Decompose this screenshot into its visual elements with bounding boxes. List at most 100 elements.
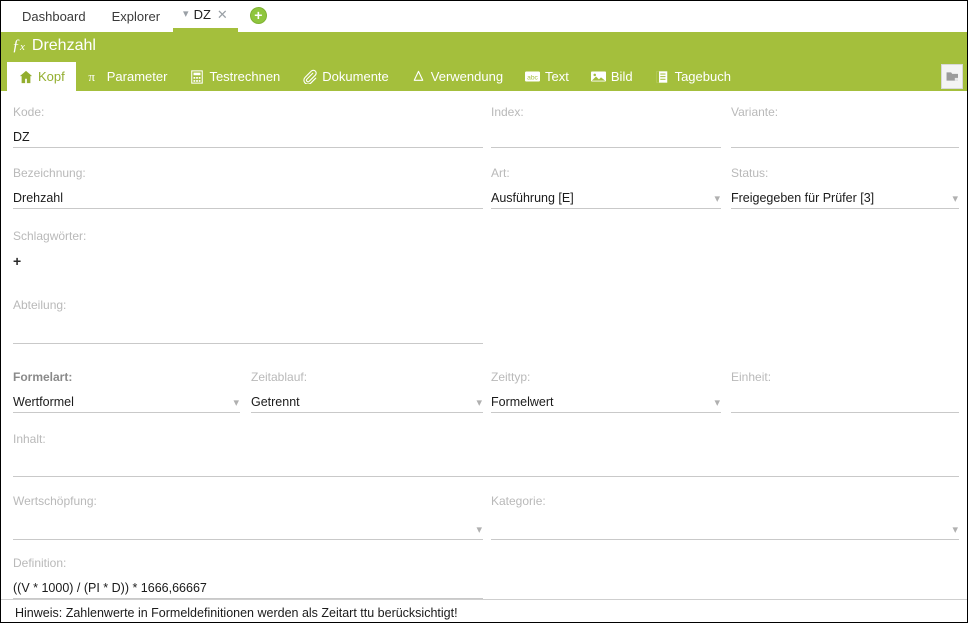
chevron-down-icon[interactable]: ▾	[714, 194, 720, 205]
field-variante: Variante:	[731, 105, 959, 148]
field-value: Formelwert	[491, 395, 554, 409]
einheit-input[interactable]	[731, 391, 959, 413]
tab-label: Parameter	[106, 69, 168, 84]
document-header-band: ƒx Drehzahl Kopf π Parameter Testrechnen…	[1, 32, 967, 91]
field-art: Art: Ausführung [E] ▾	[491, 166, 721, 209]
window-tab-dashboard[interactable]: Dashboard	[9, 1, 99, 32]
field-zeittyp: Zeittyp: Formelwert ▾	[491, 370, 721, 413]
calculator-icon	[189, 69, 204, 84]
svg-text:π: π	[88, 69, 95, 84]
recycle-icon	[411, 69, 426, 84]
field-value: DZ	[13, 130, 30, 144]
chevron-down-icon[interactable]: ▾	[952, 525, 958, 536]
formelart-dropdown[interactable]: Wertformel ▾	[13, 391, 240, 413]
variante-input[interactable]	[731, 126, 959, 148]
abc-icon: abc	[525, 69, 541, 84]
field-label: Schlagwörter:	[13, 229, 87, 243]
application-window: Dashboard Explorer ▾ DZ ✕ + ƒx Drehzahl …	[0, 0, 968, 623]
add-tab-button[interactable]: +	[249, 7, 267, 24]
window-tab-label: Dashboard	[22, 9, 86, 24]
pi-icon: π	[87, 69, 102, 84]
status-dropdown[interactable]: Freigegeben für Prüfer [3] ▾	[731, 187, 959, 209]
field-label: Kode:	[13, 105, 45, 119]
tab-label: Verwendung	[430, 69, 504, 84]
tab-dokumente[interactable]: Dokumente	[291, 62, 399, 91]
field-value: Ausführung [E]	[491, 191, 574, 205]
schlagwoerter-tags[interactable]: +	[13, 250, 483, 271]
field-value: ((V * 1000) / (PI * D)) * 1666,66667	[13, 581, 207, 595]
field-label: Abteilung:	[13, 298, 67, 312]
svg-text:abc: abc	[527, 74, 538, 81]
tab-label: Kopf	[38, 69, 65, 84]
tab-verwendung[interactable]: Verwendung	[400, 62, 514, 91]
page-title: Drehzahl	[31, 37, 96, 54]
field-schlagwoerter: Schlagwörter: +	[13, 229, 483, 271]
tab-bild[interactable]: Bild	[580, 62, 644, 91]
field-label: Zeittyp:	[491, 370, 531, 384]
chevron-down-icon[interactable]: ▾	[233, 398, 239, 409]
field-label: Bezeichnung:	[13, 166, 86, 180]
field-label: Kategorie:	[491, 494, 546, 508]
field-abteilung: Abteilung:	[13, 298, 483, 344]
tab-label: Dokumente	[322, 69, 389, 84]
tab-text[interactable]: abc Text	[514, 62, 580, 91]
field-einheit: Einheit:	[731, 370, 959, 413]
inhalt-input[interactable]	[13, 453, 959, 477]
field-value: Freigegeben für Prüfer [3]	[731, 191, 875, 205]
tab-kopf[interactable]: Kopf	[7, 62, 76, 91]
tab-testrechnen[interactable]: Testrechnen	[178, 62, 291, 91]
chevron-down-icon[interactable]: ▾	[476, 398, 482, 409]
field-value: Wertformel	[13, 395, 74, 409]
chevron-down-icon[interactable]: ▾	[714, 398, 720, 409]
chevron-down-icon[interactable]: ▾	[952, 194, 958, 205]
field-label: Einheit:	[731, 370, 772, 384]
field-label: Index:	[491, 105, 524, 119]
field-zeitablauf: Zeitablauf: Getrennt ▾	[251, 370, 483, 413]
tab-label: Tagebuch	[674, 69, 731, 84]
field-label: Wertschöpfung:	[13, 494, 97, 508]
field-kode: Kode: DZ	[13, 105, 483, 148]
zeittyp-dropdown[interactable]: Formelwert ▾	[491, 391, 721, 413]
field-value: Getrennt	[251, 395, 300, 409]
art-dropdown[interactable]: Ausführung [E] ▾	[491, 187, 721, 209]
zeitablauf-dropdown[interactable]: Getrennt ▾	[251, 391, 483, 413]
tab-parameter[interactable]: π Parameter	[76, 62, 179, 91]
panel-folder-icon[interactable]	[941, 64, 963, 89]
field-kategorie: Kategorie: ▾	[491, 494, 959, 540]
image-icon	[590, 69, 606, 84]
home-icon	[18, 69, 33, 84]
window-tab-dz[interactable]: ▾ DZ ✕	[173, 1, 238, 32]
field-label: Formelart:	[13, 370, 73, 384]
field-label: Inhalt:	[13, 432, 46, 446]
kode-input[interactable]: DZ	[13, 126, 483, 148]
bezeichnung-input[interactable]: Drehzahl	[13, 187, 483, 209]
tab-label: Text	[545, 69, 569, 84]
form-panel: Kode: DZ Index: Variante: Bezeichnung: D…	[1, 91, 967, 622]
field-label: Variante:	[731, 105, 779, 119]
add-tag-button[interactable]: +	[13, 253, 21, 271]
field-label: Status:	[731, 166, 769, 180]
field-inhalt: Inhalt:	[13, 432, 959, 477]
paperclip-icon	[302, 69, 317, 84]
definition-input[interactable]: ((V * 1000) / (PI * D)) * 1666,66667	[13, 577, 483, 599]
field-definition: Definition: ((V * 1000) / (PI * D)) * 16…	[13, 556, 483, 599]
fx-icon: ƒx	[12, 37, 25, 54]
window-tab-label: Explorer	[111, 9, 161, 24]
field-wertschoepfung: Wertschöpfung: ▾	[13, 494, 483, 540]
abteilung-input[interactable]	[13, 319, 483, 344]
hint-text: Hinweis: Zahlenwerte in Formeldefinition…	[15, 605, 458, 620]
tab-tagebuch[interactable]: Tagebuch	[644, 62, 742, 91]
index-input[interactable]	[491, 126, 721, 148]
close-icon[interactable]: ✕	[217, 8, 228, 21]
field-index: Index:	[491, 105, 721, 148]
wertschoepfung-dropdown[interactable]: ▾	[13, 515, 483, 540]
chevron-down-icon[interactable]: ▾	[183, 9, 189, 20]
document-title: ƒx Drehzahl	[12, 37, 96, 55]
sub-tab-bar: Kopf π Parameter Testrechnen Dokumente V…	[7, 62, 742, 91]
window-tab-bar: Dashboard Explorer ▾ DZ ✕ +	[1, 1, 967, 32]
field-status: Status: Freigegeben für Prüfer [3] ▾	[731, 166, 959, 209]
field-label: Zeitablauf:	[251, 370, 308, 384]
chevron-down-icon[interactable]: ▾	[476, 525, 482, 536]
window-tab-explorer[interactable]: Explorer	[99, 1, 173, 32]
kategorie-dropdown[interactable]: ▾	[491, 515, 959, 540]
